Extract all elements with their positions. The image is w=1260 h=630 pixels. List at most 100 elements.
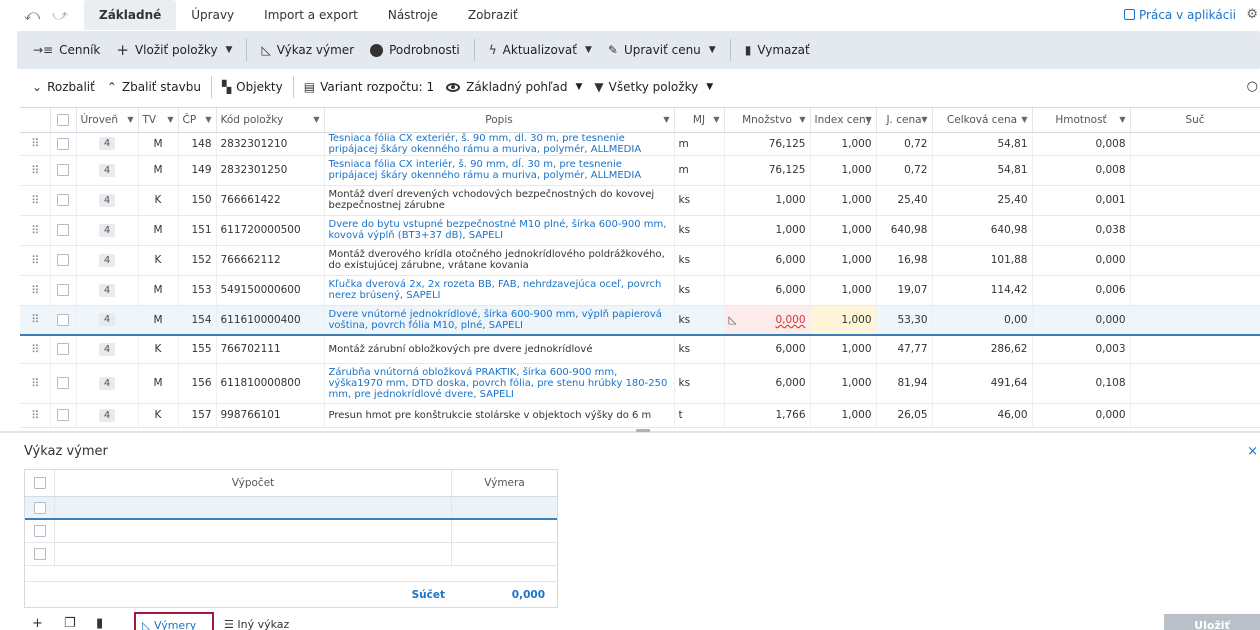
tab-vymery[interactable]: ◺ Výmery: [134, 612, 214, 630]
col-kod[interactable]: Kód položky ▼: [216, 108, 325, 133]
drag-handle-icon[interactable]: ⠿: [20, 305, 51, 336]
col-cp[interactable]: ČP ▼: [178, 108, 217, 133]
cell-vypocet[interactable]: [55, 543, 452, 565]
zbalit-stavbu-button[interactable]: ⌃ Zbaliť stavbu: [101, 75, 207, 99]
col-tv[interactable]: TV ▼: [138, 108, 179, 133]
measurement-row[interactable]: [25, 497, 557, 520]
tab-import-export[interactable]: Import a export: [249, 0, 373, 30]
tab-zakladne[interactable]: Základné: [84, 0, 177, 30]
podrobnosti-button[interactable]: i Podrobnosti: [362, 36, 468, 64]
filter-icon[interactable]: ▼: [1021, 115, 1027, 124]
cell-popis[interactable]: Zárubňa vnútorná obložková PRAKTIK, šírk…: [324, 363, 675, 404]
filter-icon[interactable]: ▼: [205, 115, 211, 124]
vymazat-button[interactable]: ▮ Vymazať: [737, 36, 818, 64]
select-all-checkbox[interactable]: [50, 108, 77, 133]
cell-mnozstvo[interactable]: 6,000: [724, 363, 811, 404]
cennik-button[interactable]: →≡ Cenník: [25, 36, 108, 64]
row-checkbox[interactable]: [25, 520, 55, 542]
col-index[interactable]: Index ceny ▼: [810, 108, 877, 133]
cell-popis[interactable]: Kľučka dverová 2x, 2x rozeta BB, FAB, ne…: [324, 275, 675, 306]
row-checkbox[interactable]: [50, 155, 77, 186]
filter-icon[interactable]: ▼: [167, 115, 173, 124]
copy-icon[interactable]: ❐: [64, 616, 76, 630]
cell-popis[interactable]: Dvere vnútorné jednokrídlové, šírka 600-…: [324, 305, 675, 336]
row-checkbox[interactable]: [25, 543, 55, 565]
app-help-link[interactable]: Práca v aplikácii: [1124, 0, 1236, 30]
row-checkbox[interactable]: [50, 275, 77, 306]
cell-popis[interactable]: Presun hmot pre konštrukcie stolárske v …: [324, 403, 675, 428]
cell-popis[interactable]: Montáž dverového krídla otočného jednokr…: [324, 245, 675, 276]
drag-handle-icon[interactable]: ⠿: [20, 335, 51, 364]
col-celkova[interactable]: Celková cena ▼: [932, 108, 1033, 133]
drag-handle-icon[interactable]: ⠿: [20, 185, 51, 216]
table-row-selected[interactable]: ⠿ 4 M 154 611610000400 Dvere vnútorné je…: [20, 305, 1260, 336]
drag-handle-icon[interactable]: ⠿: [20, 155, 51, 186]
row-checkbox[interactable]: [50, 403, 77, 428]
cell-mnozstvo[interactable]: 1,766: [724, 403, 811, 428]
cell-vypocet[interactable]: [55, 497, 452, 518]
tab-iny-vykaz[interactable]: ☰ Iný výkaz: [224, 618, 289, 630]
row-checkbox[interactable]: [50, 132, 77, 156]
close-icon[interactable]: ×: [1247, 444, 1258, 459]
table-row[interactable]: ⠿ 4 M 151 611720000500 Dvere do bytu vst…: [20, 215, 1260, 246]
table-row[interactable]: ⠿ 4 K 150 766661422 Montáž dverí drevený…: [20, 185, 1260, 216]
aktualizovat-button[interactable]: ϟ Aktualizovať ▼: [481, 36, 600, 64]
row-checkbox[interactable]: [50, 305, 77, 336]
search-icon[interactable]: ○: [1247, 79, 1258, 94]
cell-popis[interactable]: Tesniaca fólia CX exteriér, š. 90 mm, dĺ…: [324, 132, 675, 156]
filter-dropdown[interactable]: ▼ Všetky položky ▼: [588, 75, 719, 99]
filter-icon[interactable]: ▼: [921, 115, 927, 124]
drag-handle-icon[interactable]: ⠿: [20, 245, 51, 276]
drag-handle-icon[interactable]: ⠿: [20, 215, 51, 246]
measurement-row[interactable]: [25, 520, 557, 543]
row-checkbox[interactable]: [50, 335, 77, 364]
row-checkbox[interactable]: [50, 185, 77, 216]
cell-mnozstvo[interactable]: ◺ 0,000: [724, 305, 811, 336]
cell-mnozstvo[interactable]: 76,125: [724, 155, 811, 186]
filter-icon[interactable]: ▼: [313, 115, 319, 124]
cell-popis[interactable]: Montáž dverí drevených vchodových bezpeč…: [324, 185, 675, 216]
filter-icon[interactable]: ▼: [865, 115, 871, 124]
pohlad-dropdown[interactable]: Základný pohľad ▼: [440, 75, 588, 99]
table-row[interactable]: ⠿ 4 M 149 2832301250 Tesniaca fólia CX i…: [20, 155, 1260, 186]
row-checkbox[interactable]: [50, 363, 77, 404]
cell-mnozstvo[interactable]: 6,000: [724, 245, 811, 276]
col-uroven[interactable]: Úroveň ▼: [76, 108, 139, 133]
undo-icon[interactable]: ⤺: [18, 6, 46, 24]
filter-icon[interactable]: ▼: [713, 115, 719, 124]
table-row[interactable]: ⠿ 4 K 155 766702111 Montáž zárubní oblož…: [20, 335, 1260, 364]
save-button[interactable]: Uložiť: [1164, 614, 1260, 630]
cell-popis[interactable]: Dvere do bytu vstupné bezpečnostné M10 p…: [324, 215, 675, 246]
col-hmotnost[interactable]: Hmotnosť ▼: [1032, 108, 1131, 133]
tab-nastroje[interactable]: Nástroje: [373, 0, 453, 30]
objekty-button[interactable]: ▚ Objekty: [216, 75, 289, 99]
measurement-row[interactable]: [25, 543, 557, 566]
drag-handle-icon[interactable]: ⠿: [20, 275, 51, 306]
cell-mnozstvo[interactable]: 6,000: [724, 335, 811, 364]
cell-popis[interactable]: Montáž zárubní obložkových pre dvere jed…: [324, 335, 675, 364]
variant-button[interactable]: ▤ Variant rozpočtu: 1: [298, 75, 440, 99]
cell-mnozstvo[interactable]: 1,000: [724, 185, 811, 216]
settings-icon[interactable]: ⚙: [1246, 7, 1258, 22]
drag-handle-icon[interactable]: ⠿: [20, 363, 51, 404]
cell-mnozstvo[interactable]: 76,125: [724, 132, 811, 156]
resize-handle[interactable]: [636, 429, 650, 432]
col-mnozstvo[interactable]: Množstvo ▼: [724, 108, 811, 133]
row-checkbox[interactable]: [25, 497, 55, 518]
cell-mnozstvo[interactable]: 1,000: [724, 215, 811, 246]
table-row[interactable]: ⠿ 4 M 153 549150000600 Kľučka dverová 2x…: [20, 275, 1260, 306]
filter-icon[interactable]: ▼: [799, 115, 805, 124]
tab-upravy[interactable]: Úpravy: [176, 0, 249, 30]
row-checkbox[interactable]: [50, 215, 77, 246]
cell-vypocet[interactable]: [55, 520, 452, 542]
col-mj[interactable]: MJ ▼: [674, 108, 725, 133]
tab-zobrazit[interactable]: Zobraziť: [453, 0, 533, 30]
filter-icon[interactable]: ▼: [1119, 115, 1125, 124]
upravit-cenu-button[interactable]: ✎ Upraviť cenu ▼: [600, 36, 724, 64]
row-checkbox[interactable]: [50, 245, 77, 276]
col-popis[interactable]: Popis ▼: [324, 108, 675, 133]
rozbalit-button[interactable]: ⌄ Rozbaliť: [26, 75, 101, 99]
redo-icon[interactable]: ⤻: [46, 6, 74, 24]
vlozit-polozky-button[interactable]: + Vložiť položky ▼: [108, 36, 240, 64]
drag-handle-icon[interactable]: ⠿: [20, 403, 51, 428]
